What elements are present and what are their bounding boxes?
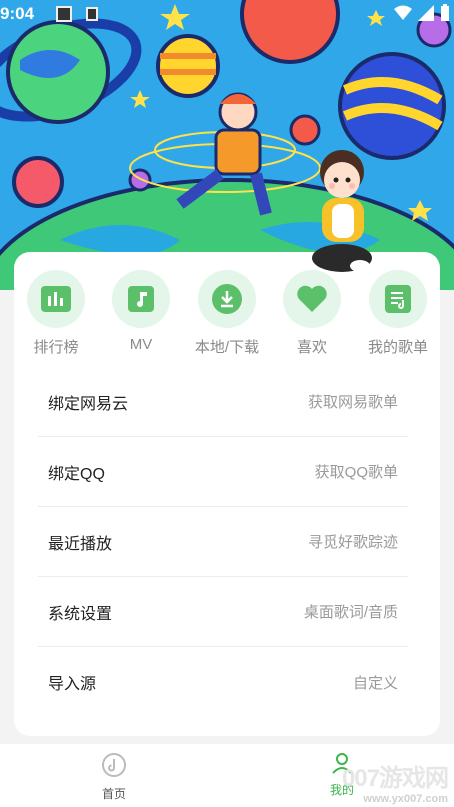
quick-item-label: 本地/下载 [194, 339, 260, 356]
watermark: 007游戏网 www.yx007.com [341, 758, 449, 805]
heart-icon [297, 285, 327, 312]
status-bar: 9:04 [0, 0, 454, 32]
menu-row-hint: 自定义 [352, 674, 398, 692]
quick-item-label: 喜欢 [296, 339, 327, 356]
chart-bars-icon [41, 286, 71, 312]
notification-icon [56, 6, 72, 22]
quick-item-label: 我的歌单 [367, 339, 428, 356]
menu-row-recent[interactable]: 最近播放 寻觅好歌踪迹 [38, 507, 408, 577]
disc-icon [102, 753, 126, 777]
battery-icon [441, 4, 449, 21]
menu-row-hint: 获取QQ歌单 [314, 464, 398, 481]
bottom-nav: 首页 我的 007游戏网 www.yx007.com [0, 744, 454, 807]
menu-row-import-source[interactable]: 导入源 自定义 [38, 647, 408, 717]
menu-row-settings[interactable]: 系统设置 桌面歌词/音质 [38, 577, 408, 647]
music-note-icon [128, 286, 154, 312]
wifi-icon [394, 5, 412, 20]
menu-row-hint: 寻觅好歌踪迹 [307, 534, 398, 551]
menu-row-bind-netease[interactable]: 绑定网易云 获取网易歌单 [38, 367, 408, 437]
quick-actions: 排行榜 MV 本地/下载 喜欢 我的歌单 [14, 270, 440, 360]
download-icon [212, 284, 242, 314]
status-time: 9:04 [0, 4, 35, 23]
quick-item-label: MV [129, 336, 153, 353]
quick-item-download[interactable]: 本地/下载 [185, 270, 269, 357]
main-card: 排行榜 MV 本地/下载 喜欢 我的歌单 绑定网易云 获取网易歌单 绑定QQ 获… [14, 252, 440, 736]
header-illustration [0, 0, 454, 290]
menu-row-title: 系统设置 [48, 605, 113, 623]
notification-icon [86, 7, 98, 21]
nav-tab-label: 首页 [101, 787, 126, 801]
menu-row-title: 最近播放 [48, 535, 113, 553]
quick-item-favorites[interactable]: 喜欢 [270, 270, 354, 357]
quick-item-my-playlists[interactable]: 我的歌单 [356, 270, 440, 357]
menu-row-title: 导入源 [48, 676, 97, 693]
watermark-url: www.yx007.com [363, 793, 448, 805]
menu-row-title: 绑定网易云 [48, 395, 129, 413]
quick-item-label: 排行榜 [33, 339, 79, 356]
menu-row-title: 绑定QQ [48, 465, 105, 483]
settings-menu: 绑定网易云 获取网易歌单 绑定QQ 获取QQ歌单 最近播放 寻觅好歌踪迹 系统设… [38, 367, 408, 717]
nav-tab-home[interactable]: 首页 [86, 752, 142, 802]
watermark-text: 007游戏网 [341, 765, 449, 792]
menu-row-bind-qq[interactable]: 绑定QQ 获取QQ歌单 [38, 437, 408, 507]
cartoon-character [312, 148, 374, 280]
quick-item-mv[interactable]: MV [99, 270, 183, 353]
signal-icon [418, 5, 434, 21]
menu-row-hint: 桌面歌词/音质 [303, 604, 398, 621]
playlist-icon [385, 285, 411, 313]
quick-item-ranking[interactable]: 排行榜 [14, 270, 98, 357]
menu-row-hint: 获取网易歌单 [307, 394, 398, 411]
